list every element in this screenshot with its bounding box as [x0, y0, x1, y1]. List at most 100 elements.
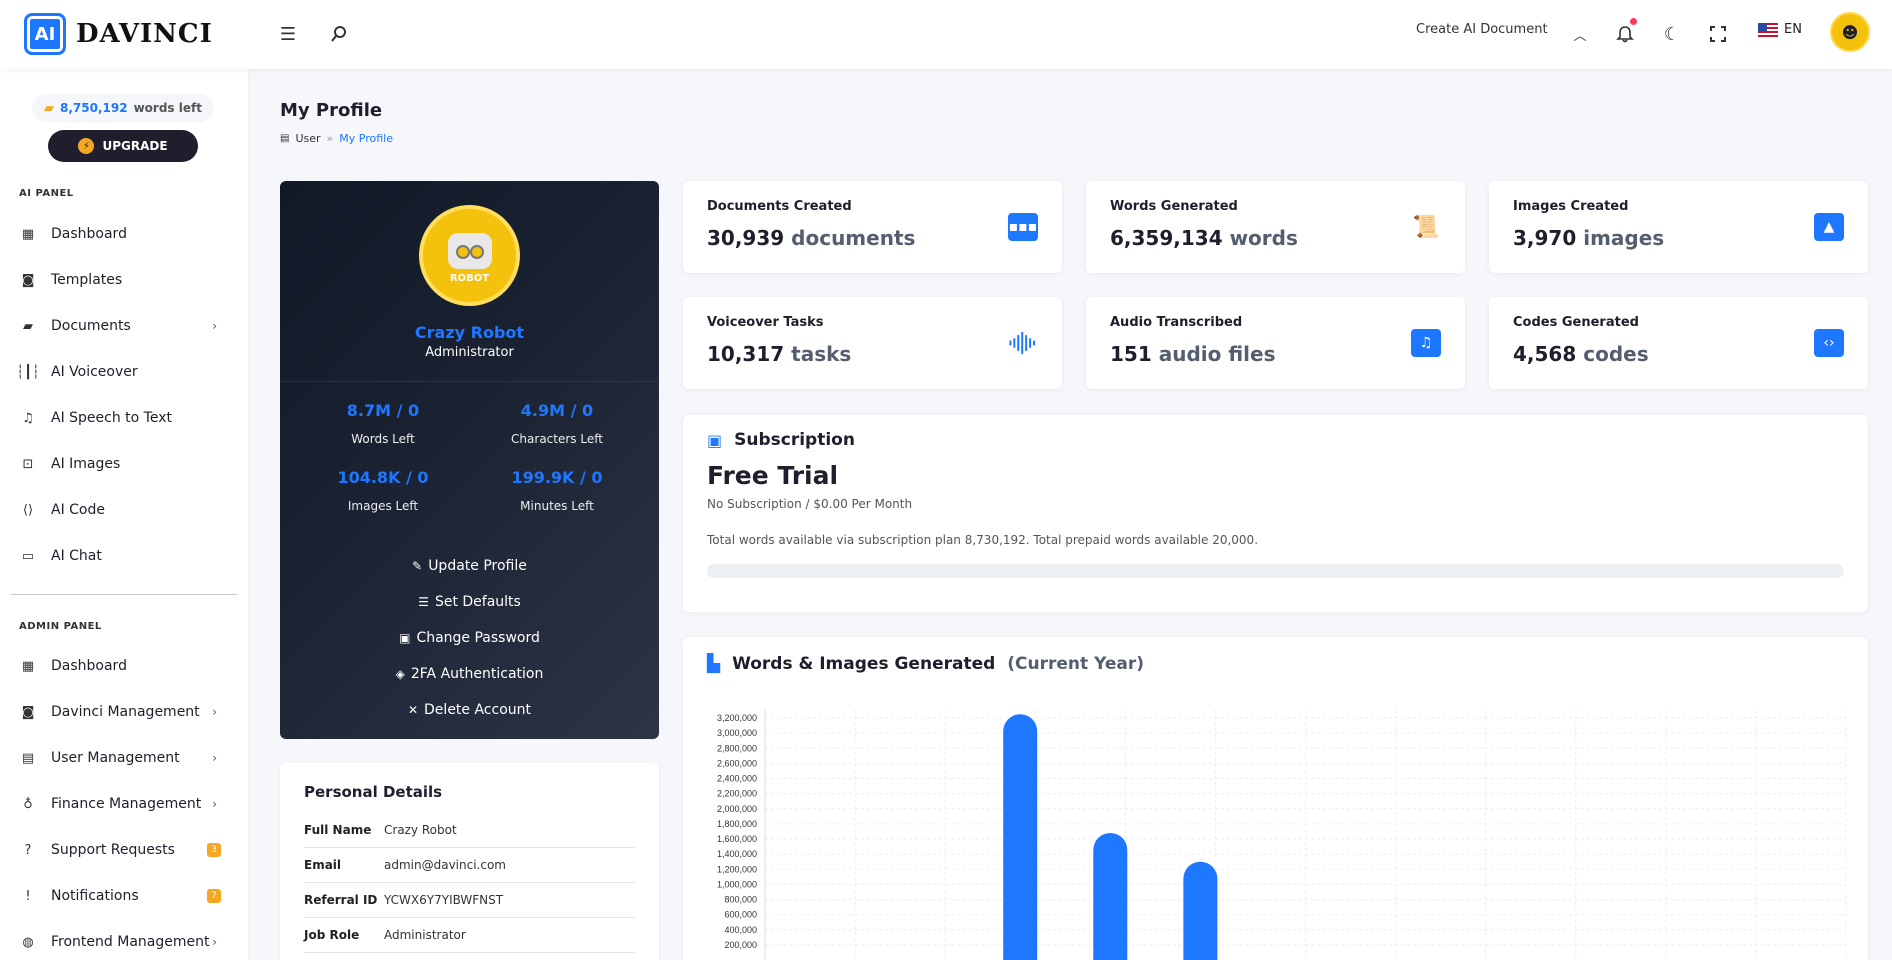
divider: [280, 381, 659, 382]
avatar[interactable]: ☻: [1830, 12, 1870, 52]
words-images-chart-card: 200,000 400,000 600,000 800,000 1,000,000 1,2…: [683, 637, 1868, 960]
sidebar-item-admin-dashboard[interactable]: ▦ Dashboard: [19, 652, 225, 680]
sidebar-item-label: AI Voiceover: [51, 364, 138, 380]
sidebar-item-ai-speech-to-text[interactable]: ♫ AI Speech to Text: [19, 404, 225, 432]
sidebar-item-frontend-management[interactable]: ◍ Frontend Management ›: [19, 928, 225, 956]
chat-icon: ▭: [21, 548, 35, 564]
detail-value: Crazy Robot: [384, 823, 457, 837]
chart-bar[interactable]: [1003, 714, 1038, 960]
stat-number: 3,970: [1513, 226, 1577, 250]
detail-key: Email: [304, 858, 342, 872]
words-left-label: words left: [133, 101, 202, 115]
sidebar-item-finance-management[interactable]: ♁ Finance Management ›: [19, 790, 225, 818]
alert-icon: !: [25, 888, 31, 904]
avatar-label: ROBOT: [449, 273, 490, 284]
chevron-up-icon[interactable]: ︿: [1566, 20, 1594, 48]
box-icon: ▣: [707, 430, 723, 450]
upgrade-button[interactable]: ⚡ UPGRADE: [48, 130, 198, 162]
user-badge-icon: ▤: [280, 133, 290, 144]
breadcrumb-current: My Profile: [339, 132, 393, 145]
sidebar-item-ai-code[interactable]: ⟨⟩ AI Code: [19, 496, 225, 524]
subscription-header: ▣ Subscription: [707, 430, 855, 450]
stat-characters-left: 4.9M / 0 Characters Left: [482, 401, 632, 446]
action-label: 2FA Authentication: [410, 666, 544, 682]
change-password-button[interactable]: ▣ Change Password: [280, 630, 659, 646]
sidebar-item-label: Dashboard: [51, 226, 127, 242]
stat-card-title: Words Generated: [1110, 199, 1238, 214]
breadcrumb-user[interactable]: User: [295, 132, 320, 145]
stat-minutes-left: 199.9K / 0 Minutes Left: [482, 468, 632, 513]
user-badge-icon: ▤: [21, 750, 35, 766]
subscription-plan: Free Trial: [707, 461, 839, 490]
stat-label: Words Left: [351, 432, 415, 446]
admin-panel-title: ADMIN PANEL: [19, 621, 102, 632]
sidebar-item-ai-voiceover[interactable]: ┆┃┆ AI Voiceover: [16, 358, 225, 386]
ai-chip-icon: ◙: [21, 704, 35, 720]
y-tick-label: 1,200,000: [717, 864, 757, 874]
sidebar-item-label: Frontend Management: [51, 934, 210, 950]
stat-card-title: Codes Generated: [1513, 315, 1639, 330]
sidebar-item-label: User Management: [51, 750, 180, 766]
music-folder-icon: ♫: [1411, 329, 1441, 357]
folder-icon: ▪▪▪: [1008, 213, 1038, 241]
fullscreen-icon[interactable]: [1704, 20, 1732, 48]
chart-bar[interactable]: [1183, 861, 1218, 960]
ai-chip-icon: ◙: [21, 272, 35, 288]
profile-role: Administrator: [425, 345, 514, 360]
logo[interactable]: AI DAVINCI: [24, 13, 213, 55]
2fa-authentication-button[interactable]: ◈ 2FA Authentication: [280, 666, 659, 682]
sidebar-item-support-requests[interactable]: ? Support Requests 3: [19, 836, 225, 864]
logo-chip-icon: AI: [24, 13, 66, 55]
y-tick-label: 2,000,000: [717, 804, 757, 814]
sidebar-item-label: AI Code: [51, 502, 105, 518]
stat-card-title: Audio Transcribed: [1110, 315, 1243, 330]
stat-card-value: 4,568 codes: [1513, 342, 1649, 366]
sidebar-item-documents[interactable]: ▰ Documents ›: [19, 312, 225, 340]
bell-icon[interactable]: [1611, 18, 1639, 48]
sidebar-item-ai-chat[interactable]: ▭ AI Chat: [19, 542, 225, 570]
sidebar-item-davinci-management[interactable]: ◙ Davinci Management ›: [19, 698, 225, 726]
detail-key: Job Role: [304, 928, 360, 942]
chevron-right-icon: ›: [212, 935, 217, 949]
sidebar-item-dashboard[interactable]: ▦ Dashboard: [19, 220, 225, 248]
update-profile-button[interactable]: ✎ Update Profile: [280, 558, 659, 574]
stat-unit: audio files: [1158, 342, 1276, 366]
lock-icon: ▣: [399, 631, 411, 645]
y-tick-label: 1,800,000: [717, 819, 757, 829]
create-ai-document-button[interactable]: Create AI Document: [1416, 22, 1548, 37]
y-tick-label: 800,000: [724, 895, 757, 905]
stat-number: 151: [1110, 342, 1152, 366]
stat-number: 4,568: [1513, 342, 1577, 366]
sidebar-item-templates[interactable]: ◙ Templates: [19, 266, 225, 294]
coins-icon: ▰: [44, 100, 55, 116]
menu-icon[interactable]: ☰: [274, 20, 302, 48]
detail-value: Administrator: [384, 928, 466, 942]
search-icon[interactable]: [325, 20, 353, 48]
profile-card: ROBOT Crazy Robot Administrator 8.7M / 0…: [280, 181, 659, 739]
sidebar-item-user-management[interactable]: ▤ User Management ›: [19, 744, 225, 772]
stat-card-value: 3,970 images: [1513, 226, 1664, 250]
delete-account-button[interactable]: ✕ Delete Account: [280, 702, 659, 718]
sidebar: ▰ 8,750,192 words left ⚡ UPGRADE AI PANE…: [0, 69, 248, 960]
sidebar-item-ai-images[interactable]: ⊡ AI Images: [19, 450, 225, 478]
sidebar-divider: [11, 594, 237, 595]
sidebar-item-label: Support Requests: [51, 842, 175, 858]
set-defaults-button[interactable]: ☰ Set Defaults: [280, 594, 659, 610]
money-bag-icon: ♁: [23, 796, 33, 812]
stat-card-words: Words Generated 6,359,134 words 📜: [1086, 181, 1465, 273]
stat-unit: codes: [1583, 342, 1649, 366]
personal-details-card: Personal Details Full Name Crazy Robot E…: [280, 763, 659, 960]
folder-icon: ▰: [23, 318, 33, 334]
chart-bar[interactable]: [1093, 832, 1128, 960]
language-selector[interactable]: EN: [1758, 22, 1802, 37]
dashboard-icon: ▦: [21, 226, 35, 242]
detail-row-email: Email admin@davinci.com: [304, 848, 635, 883]
words-left-count: 8,750,192: [60, 101, 128, 115]
chart-title-muted: (Current Year): [1007, 654, 1144, 674]
stat-card-value: 151 audio files: [1110, 342, 1275, 366]
notification-dot: [1630, 18, 1637, 25]
moon-icon[interactable]: ☾: [1658, 20, 1686, 48]
stat-value: 199.9K / 0: [511, 468, 603, 487]
sidebar-item-label: AI Images: [51, 456, 121, 472]
sidebar-item-notifications[interactable]: ! Notifications 7: [19, 882, 225, 910]
